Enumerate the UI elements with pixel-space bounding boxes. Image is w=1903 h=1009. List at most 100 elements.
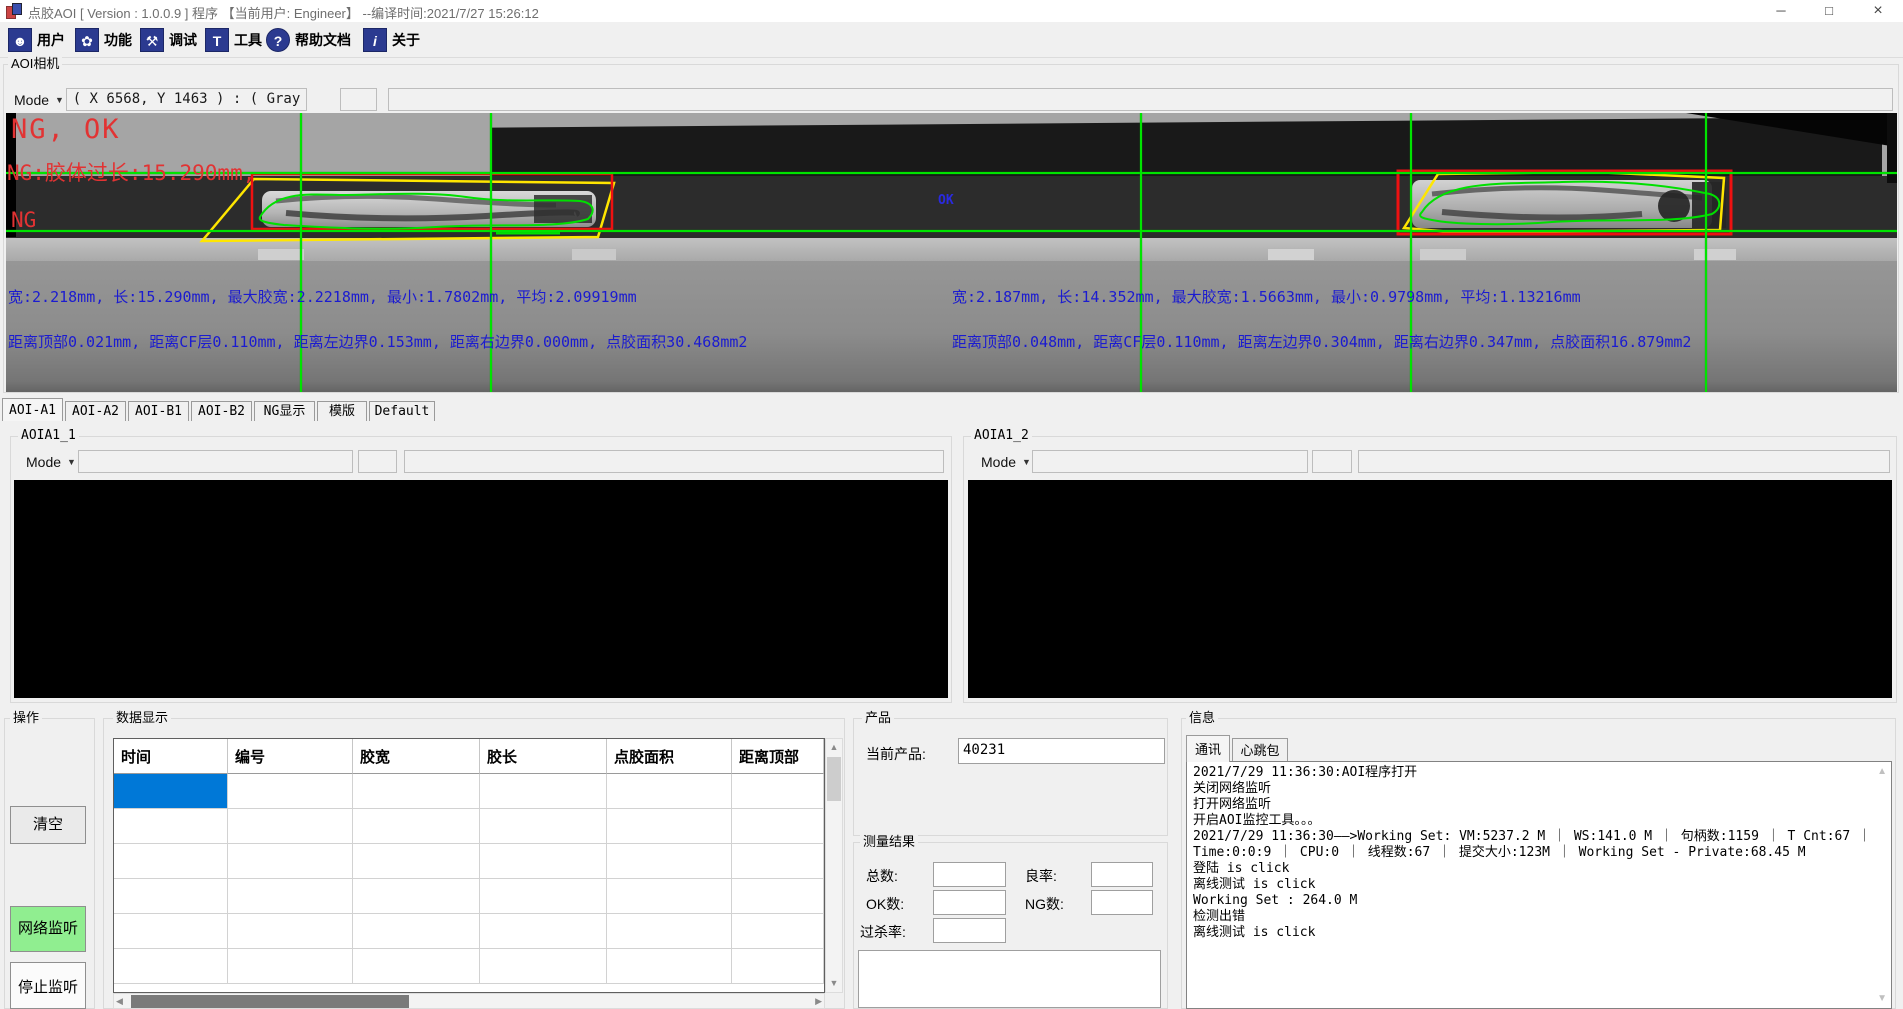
table-cell[interactable]: [114, 914, 228, 949]
tab-default[interactable]: Default: [369, 401, 435, 421]
table-cell[interactable]: [732, 809, 824, 844]
table-cell[interactable]: [353, 809, 480, 844]
subview-right-mode-dropdown[interactable]: Mode ▼: [975, 450, 1025, 473]
table-cell[interactable]: [228, 844, 353, 879]
scroll-thumb[interactable]: [827, 757, 841, 801]
toolbar-button-user[interactable]: ☻ 用户: [8, 26, 65, 54]
scroll-up-icon[interactable]: ▲: [1877, 766, 1887, 777]
column-header-time[interactable]: 时间: [114, 739, 228, 774]
tab-aoi-b1[interactable]: AOI-B1: [128, 401, 189, 421]
table-cell[interactable]: [607, 879, 732, 914]
toolbar-button-help[interactable]: ? 帮助文档: [266, 26, 351, 54]
chevron-down-icon: ▼: [55, 95, 64, 105]
column-header-id[interactable]: 编号: [228, 739, 353, 774]
table-cell[interactable]: [732, 914, 824, 949]
results-group-label: 测量结果: [860, 834, 918, 849]
tab-heartbeat[interactable]: 心跳包: [1232, 738, 1288, 762]
tab-aoi-b2[interactable]: AOI-B2: [191, 401, 252, 421]
scroll-thumb[interactable]: [131, 995, 409, 1008]
camera-coords-display: ( X 6568, Y 1463 ) : ( Gray 135 ): [66, 88, 307, 111]
table-cell[interactable]: [228, 949, 353, 984]
table-cell[interactable]: [114, 949, 228, 984]
stop-listen-button[interactable]: 停止监听: [10, 962, 86, 1009]
tab-comm[interactable]: 通讯: [1186, 735, 1230, 762]
table-cell[interactable]: [607, 774, 732, 809]
column-header-glue-length[interactable]: 胶长: [480, 739, 607, 774]
table-cell[interactable]: [480, 879, 607, 914]
app-icon: [6, 3, 22, 19]
scroll-left-icon[interactable]: ◀: [116, 994, 123, 1009]
table-cell[interactable]: [114, 844, 228, 879]
table-header-row: 时间 编号 胶宽 胶长 点胶面积 距离顶部: [114, 739, 824, 774]
table-cell[interactable]: [353, 844, 480, 879]
maximize-button[interactable]: □: [1805, 0, 1853, 22]
table-cell[interactable]: [353, 914, 480, 949]
log-line: 关闭网络监听: [1193, 781, 1885, 797]
table-cell[interactable]: [732, 844, 824, 879]
table-cell[interactable]: [228, 809, 353, 844]
table-cell[interactable]: [353, 774, 480, 809]
table-cell[interactable]: [607, 809, 732, 844]
table-row: [114, 809, 824, 844]
table-cell[interactable]: [480, 949, 607, 984]
column-header-glue-width[interactable]: 胶宽: [353, 739, 480, 774]
scroll-up-icon[interactable]: ▲: [826, 739, 842, 756]
table-cell[interactable]: [607, 949, 732, 984]
current-product-field[interactable]: 40231: [958, 738, 1165, 764]
right-measure-line2: 距离顶部0.048mm, 距离CF层0.110mm, 距离左边界0.304mm,…: [952, 331, 1691, 352]
scroll-down-icon[interactable]: ▼: [1877, 993, 1887, 1004]
subview-left-mode-dropdown[interactable]: Mode ▼: [20, 450, 70, 473]
data-table: 时间 编号 胶宽 胶长 点胶面积 距离顶部: [113, 738, 825, 993]
table-cell[interactable]: [114, 879, 228, 914]
table-cell[interactable]: [228, 914, 353, 949]
table-cell[interactable]: [228, 774, 353, 809]
table-cell[interactable]: [480, 809, 607, 844]
comm-log[interactable]: 2021/7/29 11:36:30:AOI程序打开 关闭网络监听 打开网络监听…: [1186, 761, 1892, 1009]
toolbar-button-about[interactable]: i 关于: [363, 26, 420, 54]
toolbar-button-debug[interactable]: ⚒ 调试: [140, 26, 197, 54]
tab-template[interactable]: 模版: [317, 401, 367, 421]
table-cell[interactable]: [353, 949, 480, 984]
camera-mode-dropdown[interactable]: Mode ▼: [8, 88, 62, 111]
network-listen-button[interactable]: 网络监听: [10, 906, 86, 952]
table-row: [114, 949, 824, 984]
inspection-result-text: NG, OK: [11, 114, 121, 145]
table-cell[interactable]: [732, 949, 824, 984]
subview-right-image[interactable]: [968, 480, 1892, 698]
toolbar-button-tools[interactable]: T 工具: [205, 26, 262, 54]
subview-left-image[interactable]: [14, 480, 948, 698]
chevron-down-icon: ▼: [1022, 457, 1031, 467]
table-cell[interactable]: [228, 879, 353, 914]
overkill-field: [933, 918, 1006, 943]
minimize-button[interactable]: ─: [1757, 0, 1805, 22]
table-vscrollbar[interactable]: ▲ ▼: [825, 738, 843, 993]
table-cell[interactable]: [480, 844, 607, 879]
log-line: 打开网络监听: [1193, 797, 1885, 813]
table-cell[interactable]: [607, 914, 732, 949]
table-cell[interactable]: [732, 774, 824, 809]
help-icon: ?: [266, 28, 290, 52]
toolbar-button-function[interactable]: ✿ 功能: [75, 26, 132, 54]
table-hscrollbar[interactable]: ◀ ▶: [113, 993, 825, 1009]
scroll-right-icon[interactable]: ▶: [815, 994, 822, 1009]
table-cell[interactable]: [114, 809, 228, 844]
table-cell[interactable]: [480, 914, 607, 949]
window-title: 点胶AOI [ Version : 1.0.0.9 ] 程序 【当前用户: En…: [28, 3, 539, 22]
column-header-glue-area[interactable]: 点胶面积: [607, 739, 732, 774]
tab-aoi-a1[interactable]: AOI-A1: [2, 398, 63, 421]
table-row: [114, 879, 824, 914]
table-cell[interactable]: [353, 879, 480, 914]
tab-aoi-a2[interactable]: AOI-A2: [65, 401, 126, 421]
scroll-down-icon[interactable]: ▼: [826, 975, 842, 992]
close-button[interactable]: ×: [1853, 0, 1903, 22]
ok-count-label: OK数:: [866, 894, 904, 914]
camera-image[interactable]: NG, OK NG:胶体过长:15.290mm, NG OK 宽:2.218mm…: [6, 113, 1897, 392]
column-header-top-distance[interactable]: 距离顶部: [732, 739, 824, 774]
subview-right-label: AOIA1_2: [971, 428, 1032, 443]
table-cell[interactable]: [607, 844, 732, 879]
tab-ng-display[interactable]: NG显示: [254, 401, 315, 421]
table-cell-selected[interactable]: [114, 774, 228, 809]
table-cell[interactable]: [480, 774, 607, 809]
table-cell[interactable]: [732, 879, 824, 914]
clear-button[interactable]: 清空: [10, 806, 86, 844]
